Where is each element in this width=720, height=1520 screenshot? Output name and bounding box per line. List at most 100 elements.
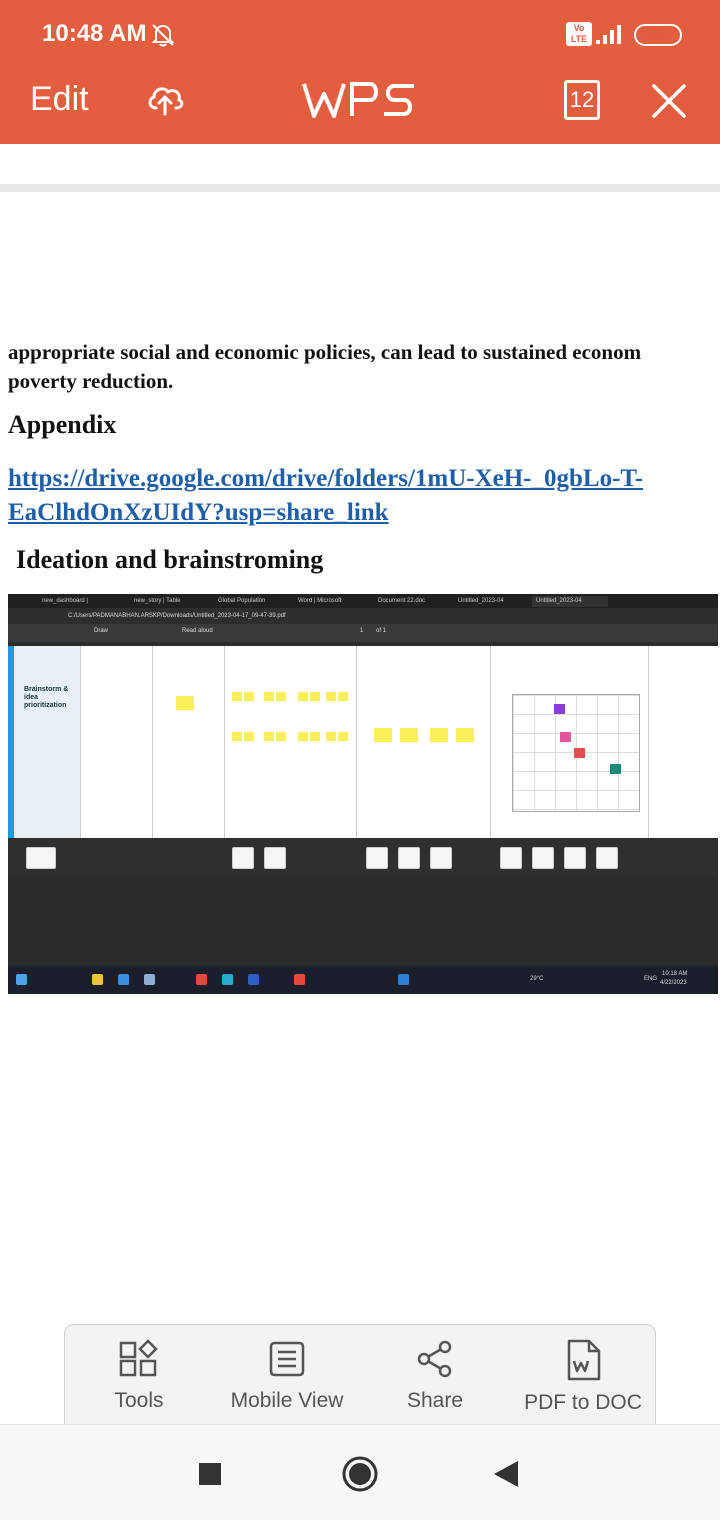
board-column: [356, 646, 490, 838]
board-column: [80, 646, 152, 838]
sticky-note: [326, 732, 336, 741]
embedded-screenshot[interactable]: new_dashboard | new_story | Table Global…: [8, 594, 718, 994]
sticky-note: [338, 692, 348, 701]
tools-grid-icon: [119, 1339, 158, 1377]
appendix-heading: Appendix: [8, 410, 117, 439]
sticky-note: [264, 732, 274, 741]
board-column: [648, 646, 718, 838]
board-column: [224, 646, 356, 838]
browser-tab: Word | Microsoft: [298, 598, 342, 604]
link-line-2[interactable]: EaClhdOnXzUIdY?usp=share_link: [8, 496, 643, 530]
address-url: C:/Users/PADMANABHAN.ARSKP/Downloads/Unt…: [68, 613, 286, 619]
volte-badge: Vo LTE: [566, 22, 592, 46]
thumbnail: [264, 847, 286, 869]
paragraph-line-1: appropriate social and economic policies…: [8, 340, 642, 364]
pdf-toolbar: Draw Read aloud 1 of 1: [8, 624, 718, 642]
sticky-note: [430, 728, 448, 742]
board-title: Brainstorm & idea prioritization: [24, 686, 69, 709]
thumbnail: [366, 847, 388, 869]
taskbar-date: 4/22/2023: [660, 980, 687, 986]
board-column: [152, 646, 224, 838]
sticky-note: [310, 692, 320, 701]
sticky-note: [400, 728, 418, 742]
tools-label: Tools: [114, 1389, 164, 1412]
matrix-item: [554, 704, 565, 714]
draw-label: Draw: [94, 628, 109, 634]
mobile-view-button[interactable]: Mobile View: [217, 1339, 357, 1419]
page-count: 12: [569, 87, 595, 112]
battery-icon: 83: [634, 24, 682, 46]
paragraph-line-2: poverty reduction.: [8, 369, 174, 393]
thumbnail: [532, 847, 554, 869]
thumbnail: [398, 847, 420, 869]
address-bar: C:/Users/PADMANABHAN.ARSKP/Downloads/Unt…: [8, 608, 718, 624]
mobile-view-label: Mobile View: [230, 1389, 344, 1412]
ideation-heading: Ideation and brainstroming: [16, 545, 324, 574]
square-icon[interactable]: [199, 1463, 221, 1485]
matrix-item: [610, 764, 621, 774]
pdf-to-doc-label: PDF to DOC: [524, 1391, 642, 1414]
thumbnail: [564, 847, 586, 869]
status-bar: 10:48 AM Vo LTE 83: [0, 0, 720, 68]
home-circle-icon[interactable]: [341, 1455, 379, 1493]
thumbnail-strip: [8, 838, 718, 876]
sticky-note: [176, 696, 194, 710]
taskbar-temperature: 29°C: [530, 976, 544, 982]
thumbnail: [500, 847, 522, 869]
thumbnail: [232, 847, 254, 869]
system-nav-bar: [0, 1424, 720, 1520]
browser-tab-active: Untitled_2023-04: [532, 596, 608, 607]
folder-icon: [92, 974, 103, 985]
drive-link[interactable]: https://drive.google.com/drive/folders/1…: [8, 462, 643, 530]
app-icon: [118, 974, 129, 985]
back-triangle-icon[interactable]: [492, 1459, 520, 1489]
mobile-view-icon: [269, 1341, 305, 1377]
browser-tab-strip: new_dashboard | new_story | Table Global…: [8, 594, 718, 608]
opera-icon: [294, 974, 305, 985]
browser-tab: Document 22.doc: [378, 598, 426, 604]
previous-page-bottom: [0, 144, 720, 184]
vscode-icon: [398, 974, 409, 985]
chrome-icon: [196, 974, 207, 985]
read-aloud-label: Read aloud: [182, 628, 213, 634]
sticky-note: [232, 692, 242, 701]
sticky-note: [310, 732, 320, 741]
windows-icon: [16, 974, 27, 985]
muted-bell-icon: [151, 24, 175, 47]
matrix-item: [560, 732, 571, 742]
cloud-upload-icon[interactable]: [144, 78, 186, 120]
sticky-note: [298, 692, 308, 701]
sticky-note: [298, 732, 308, 741]
share-icon: [417, 1340, 452, 1378]
bottom-toolbar: Tools Mobile View Share PDF to DOC: [64, 1324, 656, 1424]
app-header: 10:48 AM Vo LTE 83 Edit 12: [0, 0, 720, 144]
wps-logo: [302, 82, 414, 118]
thumbnail: [596, 847, 618, 869]
browser-tab: new_dashboard |: [42, 598, 88, 604]
sticky-note: [374, 728, 392, 742]
edit-button[interactable]: Edit: [30, 80, 89, 119]
sticky-note: [232, 732, 242, 741]
link-line-1[interactable]: https://drive.google.com/drive/folders/1…: [8, 462, 643, 496]
close-icon[interactable]: [650, 82, 688, 120]
tools-button[interactable]: Tools: [69, 1339, 209, 1419]
word-icon: [248, 974, 259, 985]
board-title-panel: Brainstorm & idea prioritization: [8, 646, 80, 838]
pdf-to-doc-button[interactable]: PDF to DOC: [513, 1339, 653, 1419]
sticky-note: [244, 732, 254, 741]
share-button[interactable]: Share: [365, 1339, 505, 1419]
thumbnail: [26, 847, 56, 869]
page-count-button[interactable]: 12: [564, 80, 600, 120]
matrix-item: [574, 748, 585, 758]
page-separator: [0, 184, 720, 192]
page-of: of 1: [376, 628, 387, 634]
document-page: appropriate social and economic policies…: [0, 192, 720, 1322]
sticky-note: [326, 692, 336, 701]
browser-tab: Global Population: [218, 598, 266, 604]
browser-tab: Untitled_2023-04: [458, 598, 504, 604]
app-icon: [144, 974, 155, 985]
pdf-to-doc-icon: [567, 1339, 601, 1381]
edge-icon: [222, 974, 233, 985]
taskbar-language: ENG: [644, 976, 658, 982]
battery-percent: 83: [650, 27, 666, 43]
